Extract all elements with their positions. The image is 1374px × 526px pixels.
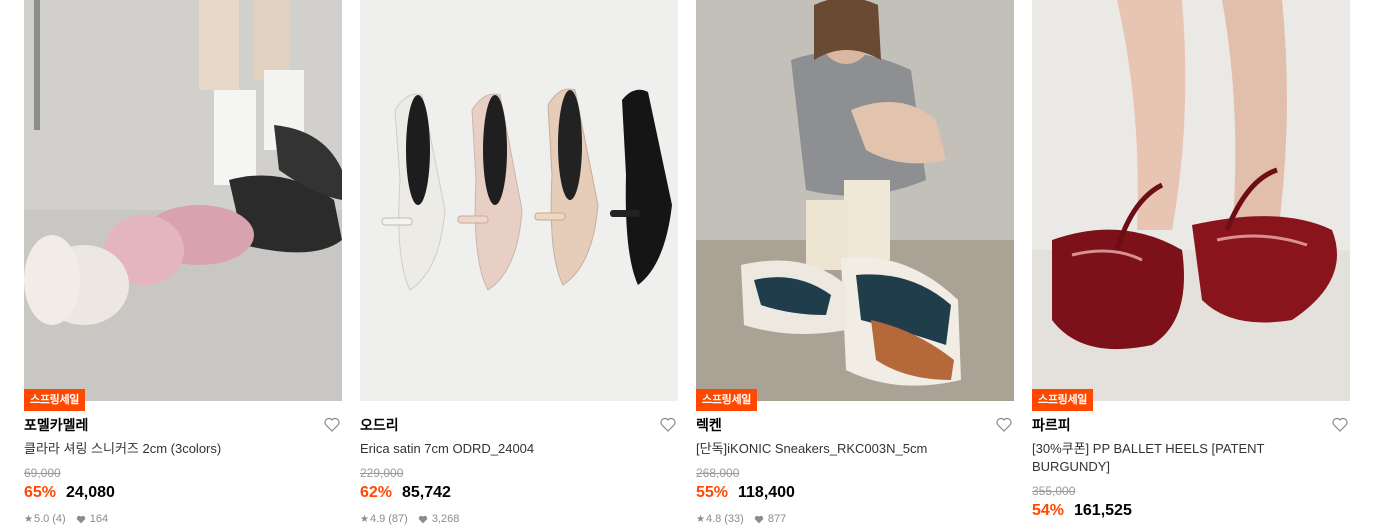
brand-name[interactable]: 포멜카멜레: [24, 415, 88, 435]
product-card[interactable]: 스프링세일 포멜카멜레 클라라 셔링 스니커즈 2cm (3colors) 69…: [24, 0, 342, 526]
original-price: 229,000: [360, 466, 404, 480]
original-price: 268,000: [696, 466, 740, 480]
product-card[interactable]: 스프링세일 파르피 [30%쿠폰] PP BALLET HEELS [PATEN…: [1032, 0, 1350, 526]
product-card[interactable]: 스프링세일 렉켄 [단독]iKONIC Sneakers_RKC003N_5cm…: [696, 0, 1014, 526]
product-name[interactable]: 클라라 셔링 스니커즈 2cm (3colors): [24, 440, 314, 458]
heart-outline-icon[interactable]: [996, 417, 1012, 432]
review-meta: ★ 4.9 (87) 3,268: [360, 513, 459, 525]
product-name[interactable]: Erica satin 7cm ODRD_24004: [360, 440, 650, 458]
discount-rate: 54%: [1032, 502, 1065, 519]
rating-value: 4.9: [369, 513, 386, 525]
star-icon: ★: [24, 513, 33, 525]
heart-outline-icon[interactable]: [1332, 417, 1348, 432]
heart-filled-icon: [418, 515, 428, 523]
sale-badge: 스프링세일: [24, 389, 86, 411]
product-image[interactable]: [24, 0, 342, 401]
rating-value: 5.0: [33, 513, 50, 525]
heart-outline-icon[interactable]: [324, 417, 340, 432]
discount-rate: 65%: [24, 484, 57, 501]
brand-name[interactable]: 파르피: [1032, 415, 1071, 435]
product-image[interactable]: [696, 0, 1014, 401]
like-count: 3,268: [431, 513, 460, 525]
like-count: 877: [767, 513, 787, 525]
sale-price: 24,080: [66, 484, 115, 501]
like-count: 164: [89, 513, 109, 525]
brand-name[interactable]: 렉켄: [696, 415, 722, 435]
product-grid: 스프링세일 포멜카멜레 클라라 셔링 스니커즈 2cm (3colors) 69…: [24, 0, 1350, 526]
product-image[interactable]: [360, 0, 678, 401]
heart-filled-icon: [76, 515, 85, 523]
discount-rate: 55%: [696, 484, 729, 501]
discount-rate: 62%: [360, 484, 393, 501]
heart-filled-icon: [754, 515, 764, 523]
brand-name[interactable]: 오드리: [360, 415, 399, 435]
product-name[interactable]: [단독]iKONIC Sneakers_RKC003N_5cm: [696, 440, 986, 458]
review-meta: ★ 4.8 (33) 877: [696, 513, 786, 525]
review-count: (4): [52, 513, 66, 525]
original-price: 355,000: [1032, 484, 1076, 498]
sale-price: 85,742: [402, 484, 451, 501]
heart-outline-icon[interactable]: [660, 417, 676, 432]
review-count: (87): [388, 513, 408, 525]
sale-badge: 스프링세일: [696, 389, 758, 411]
rating-value: 4.8: [705, 513, 722, 525]
review-meta: ★ 5.0 (4) 164: [24, 513, 108, 525]
sale-badge: 스프링세일: [1032, 389, 1094, 411]
product-image[interactable]: [1032, 0, 1350, 401]
sale-price: 161,525: [1074, 502, 1132, 519]
product-card[interactable]: 오드리 Erica satin 7cm ODRD_24004 229,000 6…: [360, 0, 678, 526]
star-icon: ★: [696, 513, 705, 525]
sale-price: 118,400: [738, 484, 795, 501]
original-price: 69,000: [24, 466, 61, 480]
review-count: (33): [724, 513, 744, 525]
product-name[interactable]: [30%쿠폰] PP BALLET HEELS [PATENT BURGUNDY…: [1032, 440, 1322, 476]
star-icon: ★: [360, 513, 369, 525]
